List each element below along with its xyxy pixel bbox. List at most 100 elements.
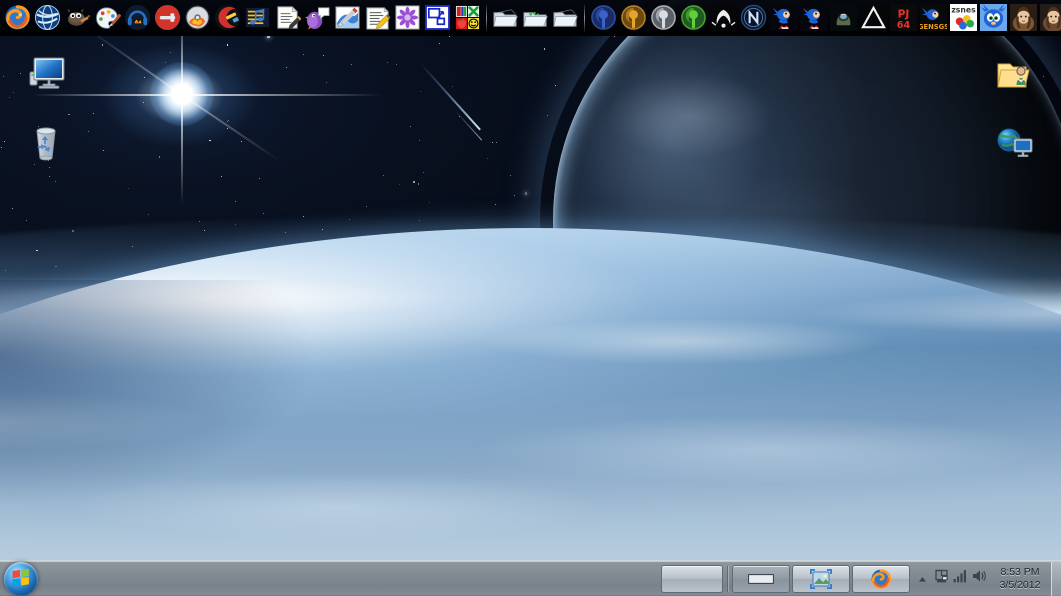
star xyxy=(494,203,496,205)
dock-item-tomb-raider[interactable] xyxy=(1008,2,1038,34)
svg-text:zsnes: zsnes xyxy=(951,6,976,15)
dock-item-red-tool[interactable] xyxy=(152,2,182,34)
star xyxy=(72,230,74,232)
tray-network[interactable] xyxy=(951,568,970,590)
taskbar-firefox[interactable] xyxy=(852,564,910,593)
star xyxy=(525,192,528,195)
star xyxy=(543,48,546,50)
dock-item-notepad[interactable] xyxy=(272,2,302,34)
clock[interactable]: 8:53 PM 3/5/2012 xyxy=(991,566,1049,592)
desktop-icon-computer[interactable] xyxy=(10,52,82,98)
star xyxy=(396,64,398,66)
star xyxy=(226,120,228,122)
star xyxy=(221,176,223,178)
dock-item-photo-viewer[interactable] xyxy=(392,2,422,34)
star xyxy=(142,102,144,104)
dock-item-delta-tri[interactable] xyxy=(858,2,888,34)
dock-item-folder-2[interactable] xyxy=(520,2,550,34)
star xyxy=(68,113,70,116)
dock-item-gimp[interactable] xyxy=(62,2,92,34)
top-dock-toolbar[interactable]: PJ 64 GENSGS zsnes xyxy=(0,0,1061,36)
dock-item-google-earth[interactable] xyxy=(32,2,62,34)
speaker-icon xyxy=(972,569,987,588)
network-icon xyxy=(997,128,1033,157)
dock-item-resize-tool[interactable] xyxy=(422,2,452,34)
star xyxy=(41,291,43,293)
dock-item-folder-3[interactable] xyxy=(550,2,580,34)
taskbar-divider xyxy=(727,565,728,592)
show-desktop-button[interactable] xyxy=(1051,561,1061,596)
dock-item-music-notes[interactable] xyxy=(242,2,272,34)
photo-viewer-icon xyxy=(810,568,832,589)
star xyxy=(438,42,440,44)
dock-item-disc-burner[interactable] xyxy=(182,2,212,34)
svg-text:GENSGS: GENSGS xyxy=(920,23,947,31)
dock-item-sonic-face[interactable] xyxy=(978,2,1008,34)
star xyxy=(262,212,264,214)
dock-item-quake-silver[interactable] xyxy=(648,2,678,34)
star xyxy=(349,218,351,220)
dock-item-halo[interactable] xyxy=(828,2,858,34)
star xyxy=(326,81,328,83)
dock-item-firefox[interactable] xyxy=(2,2,32,34)
dock-item-pidgin[interactable] xyxy=(302,2,332,34)
tray-volume[interactable] xyxy=(970,568,989,590)
desktop-icon-recycle-bin[interactable] xyxy=(10,120,82,166)
recycle-bin-icon xyxy=(36,127,56,161)
tray-action-center[interactable] xyxy=(932,568,951,590)
dock-item-pj64[interactable]: PJ 64 xyxy=(888,2,918,34)
taskbar-window-bar[interactable] xyxy=(732,564,790,593)
star xyxy=(147,214,149,216)
dock-item-half-life[interactable] xyxy=(708,2,738,34)
star xyxy=(164,62,166,64)
dock-item-folder-1[interactable] xyxy=(490,2,520,34)
dock-item-audio-burner[interactable] xyxy=(122,2,152,34)
star xyxy=(25,219,27,221)
signal-bars-icon xyxy=(953,569,968,588)
star xyxy=(49,167,51,169)
star xyxy=(199,220,201,222)
sun-ray xyxy=(182,94,382,96)
star xyxy=(302,54,304,56)
dock-item-quake-orange[interactable] xyxy=(618,2,648,34)
tray-show-hidden-icons[interactable] xyxy=(913,568,932,590)
sun-ray xyxy=(181,95,183,205)
star xyxy=(413,181,415,183)
dock-item-apps-grid[interactable] xyxy=(452,2,482,34)
dock-item-paint-net[interactable] xyxy=(92,2,122,34)
system-tray xyxy=(911,562,991,596)
star xyxy=(170,52,172,54)
star xyxy=(127,188,129,190)
taskbar-window-buttons xyxy=(660,562,911,596)
start-button[interactable] xyxy=(4,561,38,596)
dock-item-sonic-run[interactable] xyxy=(768,2,798,34)
star xyxy=(418,220,420,222)
computer-icon xyxy=(29,57,65,89)
dock-item-quake-green[interactable] xyxy=(678,2,708,34)
dock-item-tomb-raider-2[interactable] xyxy=(1038,2,1061,34)
dock-item-gens-gs[interactable]: GENSGS xyxy=(918,2,948,34)
taskbar-window-blank[interactable] xyxy=(661,564,723,593)
star xyxy=(492,142,494,144)
earth-horizon xyxy=(0,228,1061,596)
desktop-icon-jonathan[interactable] xyxy=(978,52,1050,98)
dock-item-sonic-run-2[interactable] xyxy=(798,2,828,34)
star xyxy=(158,156,161,158)
star xyxy=(234,223,237,226)
dock-item-wordpad[interactable] xyxy=(362,2,392,34)
dock-item-ccleaner[interactable] xyxy=(212,2,242,34)
taskbar-photo-viewer[interactable] xyxy=(792,564,850,593)
star xyxy=(132,245,134,247)
dock-item-zsnes[interactable]: zsnes xyxy=(948,2,978,34)
dock-item-nitro[interactable] xyxy=(738,2,768,34)
dock-item-quake-blue[interactable] xyxy=(588,2,618,34)
dock-item-ms-paint[interactable] xyxy=(332,2,362,34)
svg-text:PJ: PJ xyxy=(897,9,909,21)
chevron-up-icon xyxy=(918,570,927,588)
star xyxy=(204,230,206,231)
star xyxy=(241,141,243,143)
firefox-icon xyxy=(871,568,891,589)
desktop-wallpaper xyxy=(0,0,1061,596)
star xyxy=(417,183,420,185)
desktop-icon-network[interactable] xyxy=(978,120,1050,166)
